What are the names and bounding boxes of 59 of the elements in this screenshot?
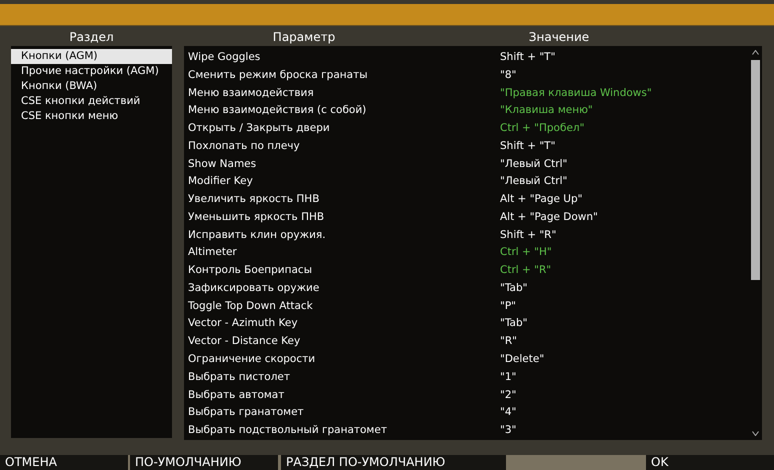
- scroll-down-icon[interactable]: [752, 431, 758, 436]
- value-cell-text: "1": [500, 370, 516, 385]
- ok-button[interactable]: OK: [646, 455, 774, 470]
- value-cell-text: Ctrl + "R": [500, 263, 552, 278]
- parameter-cell-text: Увеличить яркость ПНВ: [188, 192, 320, 208]
- value-cell-text: Shift + "T": [500, 138, 556, 154]
- parameter-cell-text: Show Names: [188, 156, 258, 172]
- parameter-cell-text: Исправить клин оружия.: [188, 228, 327, 243]
- parameter-cell-text: Меню взаимодействия: [188, 86, 315, 101]
- value-cell-text: Ctrl + "Пробел": [500, 121, 584, 136]
- column-header: Значение: [528, 29, 590, 46]
- value-cell-text: "Клавиша меню": [500, 103, 593, 118]
- parameter-cell-text: Ограничение скорости: [188, 352, 316, 368]
- parameter-cell-text: Сменить режим броска гранаты: [188, 68, 368, 83]
- value-cell-text: Alt + "Page Up": [500, 192, 582, 208]
- parameter-cell-text: Выбрать подствольный гранатомет: [188, 423, 388, 438]
- value-cell-text: Ctrl + "H": [500, 245, 552, 260]
- parameter-cell-text: Altimeter: [188, 245, 238, 260]
- value-cell-text: "Левый Ctrl": [500, 174, 568, 190]
- parameter-cell-text: Уменьшить яркость ПНВ: [188, 210, 326, 225]
- value-cell-text: "P": [500, 298, 516, 314]
- section-item[interactable]: Кнопки (BWA): [11, 79, 172, 94]
- scroll-up-icon[interactable]: [752, 50, 758, 55]
- parameter-cell-text: Выбрать пистолет: [188, 370, 292, 385]
- section-item[interactable]: CSE кнопки действий: [11, 94, 172, 109]
- value-cell-text: "Правая клавиша Windows": [500, 86, 652, 101]
- column-header: Параметр: [272, 29, 336, 46]
- section-item[interactable]: Кнопки (AGM): [11, 49, 172, 64]
- value-cell-text: "Tab": [500, 280, 528, 296]
- value-cell-text: "Левый Ctrl": [500, 156, 568, 172]
- parameter-cell-text: Контроль Боеприпасы: [188, 263, 313, 278]
- scroll-thumb[interactable]: [750, 60, 760, 280]
- parameter-cell-text: Зафиксировать оружие: [188, 280, 320, 296]
- parameter-cell-text: Wipe Goggles: [188, 50, 262, 65]
- parameter-cell-text: Toggle Top Down Attack: [188, 298, 314, 314]
- value-cell-text: "R": [500, 334, 517, 350]
- value-cell-text: "2": [500, 388, 516, 403]
- value-cell-text: "4": [500, 405, 516, 420]
- value-cell-text: Shift + "R": [500, 228, 556, 243]
- value-cell-text: "3": [500, 423, 516, 438]
- parameter-cell-text: Vector - Distance Key: [188, 334, 302, 350]
- value-cell-text: "Delete": [500, 352, 544, 368]
- defaults-button[interactable]: ПО-УМОЛЧАНИЮ: [130, 455, 278, 470]
- section-item[interactable]: Прочие настройки (AGM): [11, 64, 172, 79]
- value-cell-text: "Tab": [500, 316, 528, 332]
- cancel-button[interactable]: ОТМЕНА: [0, 455, 128, 470]
- value-cell-text: Alt + "Page Down": [500, 210, 598, 225]
- parameter-cell-text: Открыть / Закрыть двери: [188, 121, 331, 136]
- column-header: Раздел: [69, 29, 114, 46]
- parameter-cell-text: Меню взаимодействия (с собой): [188, 103, 368, 118]
- value-cell-text: Shift + "T": [500, 50, 556, 65]
- section-defaults-button[interactable]: РАЗДЕЛ ПО-УМОЛЧАНИЮ: [281, 455, 506, 470]
- parameter-cell-text: Vector - Azimuth Key: [188, 316, 299, 332]
- parameter-cell-text: Modifier Key: [188, 174, 254, 190]
- value-cell-text: "8": [500, 68, 516, 83]
- parameter-cell-text: Похлопать по плечу: [188, 138, 301, 154]
- parameter-cell-text: Выбрать гранатомет: [188, 405, 305, 420]
- parameter-cell-text: Выбрать автомат: [188, 388, 286, 403]
- section-item[interactable]: CSE кнопки меню: [11, 109, 172, 124]
